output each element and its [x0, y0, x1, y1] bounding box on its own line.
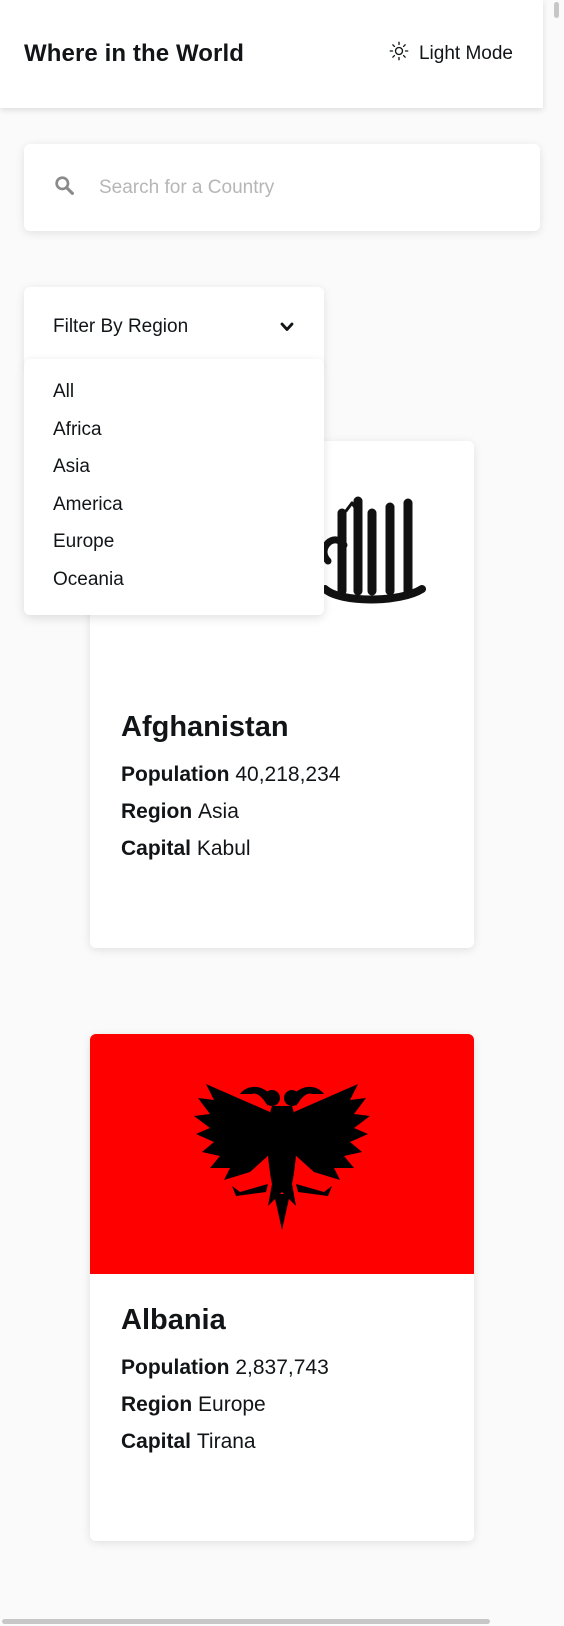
region-label: Region — [121, 1393, 193, 1416]
population-value: 2,837,743 — [235, 1356, 329, 1379]
region-option-america[interactable]: America — [24, 486, 324, 524]
search-input[interactable] — [99, 176, 479, 199]
population-row: Population 2,837,743 — [121, 1349, 444, 1386]
theme-toggle-button[interactable]: Light Mode — [389, 41, 513, 67]
sun-icon — [389, 41, 409, 67]
app-header: Where in the World Light Mode — [0, 0, 543, 108]
theme-toggle-label: Light Mode — [418, 43, 513, 64]
search-box — [24, 144, 540, 231]
chevron-down-icon — [280, 316, 294, 338]
flag-albania-image — [90, 1034, 474, 1274]
population-label: Population — [121, 1356, 230, 1379]
population-label: Population — [121, 763, 230, 786]
country-card-albania[interactable]: Albania Population 2,837,743 Region Euro… — [90, 1034, 474, 1541]
population-value: 40,218,234 — [235, 763, 341, 786]
region-value: Asia — [198, 800, 239, 823]
horizontal-scrollbar-thumb[interactable] — [2, 1619, 490, 1624]
region-option-asia[interactable]: Asia — [24, 448, 324, 486]
region-filter-label: Filter By Region — [53, 316, 189, 337]
capital-value: Kabul — [196, 837, 251, 860]
vertical-scrollbar[interactable] — [548, 0, 564, 1626]
country-name: Albania — [121, 1304, 226, 1336]
region-row: Region Europe — [121, 1386, 444, 1423]
capital-label: Capital — [121, 1430, 192, 1453]
region-label: Region — [121, 800, 193, 823]
capital-row: Capital Kabul — [121, 830, 444, 867]
capital-row: Capital Tirana — [121, 1423, 444, 1460]
country-name: Afghanistan — [121, 711, 289, 743]
region-option-oceania[interactable]: Oceania — [24, 561, 324, 599]
region-value: Europe — [198, 1393, 266, 1416]
search-icon — [54, 175, 75, 201]
page: Where in the World Light Mode Search for… — [0, 0, 543, 1626]
region-option-europe[interactable]: Europe — [24, 523, 324, 561]
region-row: Region Asia — [121, 793, 444, 830]
app-title: Where in the World — [24, 40, 245, 67]
region-filter-select[interactable]: Filter By Region — [24, 287, 324, 367]
vertical-scrollbar-thumb[interactable] — [554, 2, 559, 18]
capital-value: Tirana — [196, 1430, 256, 1453]
region-option-africa[interactable]: Africa — [24, 411, 324, 449]
capital-label: Capital — [121, 837, 192, 860]
region-option-all[interactable]: All — [24, 373, 324, 411]
region-dropdown-menu: All Africa Asia America Europe Oceania — [24, 359, 324, 615]
horizontal-scrollbar[interactable] — [0, 1616, 548, 1626]
population-row: Population 40,218,234 — [121, 756, 444, 793]
